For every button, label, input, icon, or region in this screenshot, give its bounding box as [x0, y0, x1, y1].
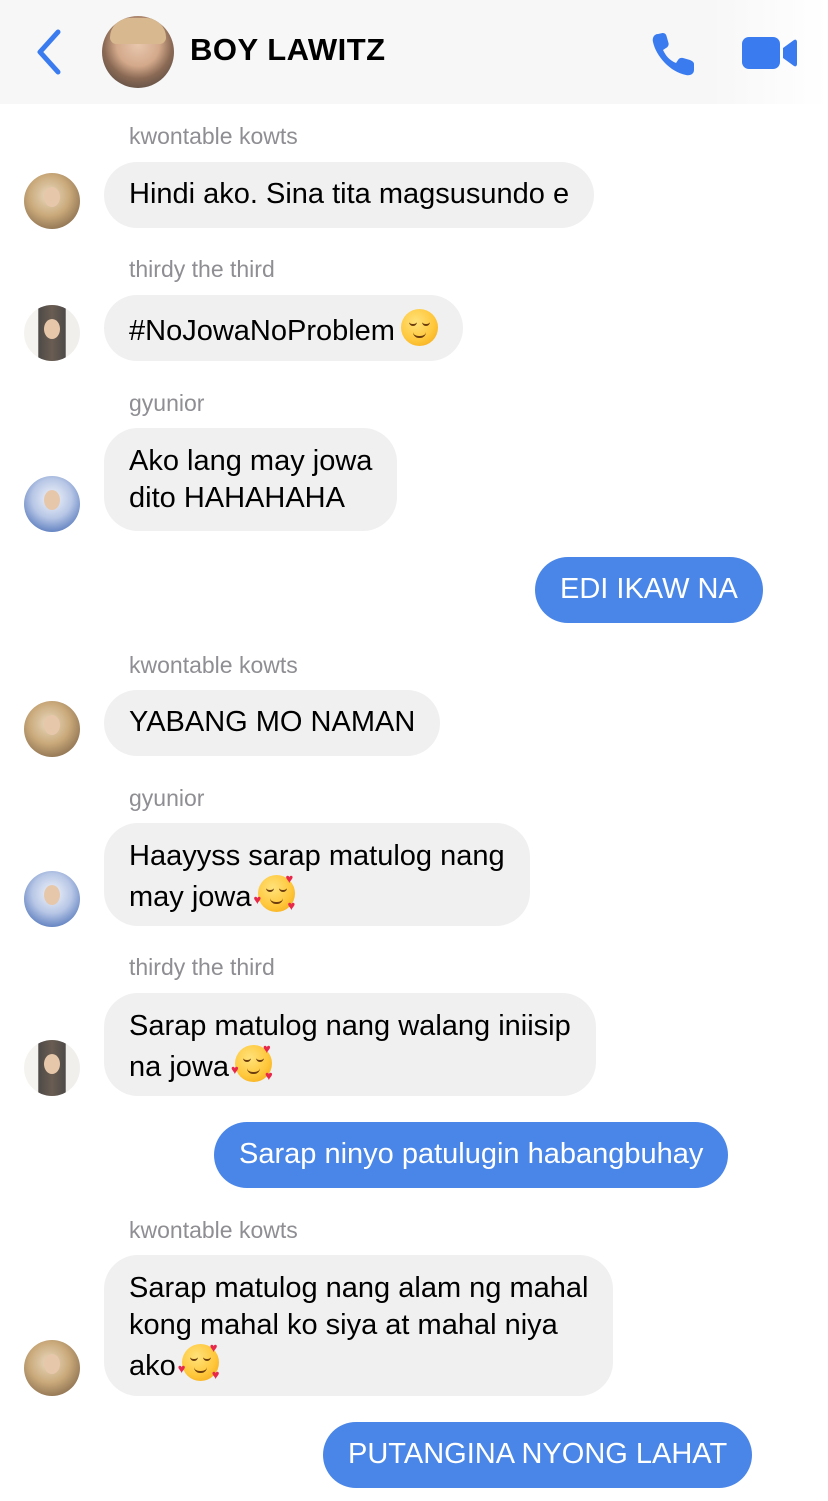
heart-icon: ♥ — [211, 1367, 220, 1382]
heart-icon: ♥ — [177, 1361, 186, 1376]
avatar-thirdy-the-third[interactable] — [24, 305, 80, 361]
avatar-kwontable-kowts[interactable] — [24, 701, 80, 757]
heart-icon: ♥ — [264, 1068, 273, 1083]
heart-icon: ♥ — [209, 1340, 218, 1355]
avatar-kwontable-kowts[interactable] — [24, 1340, 80, 1396]
avatar-face — [44, 187, 60, 207]
message-text: #NoJowaNoProblem — [129, 315, 395, 347]
heart-icon: ♥ — [253, 892, 262, 907]
message-text: PUTANGINA NYONG LAHAT — [348, 1438, 728, 1470]
heart-icon: ♥ — [230, 1062, 239, 1077]
message-bubble-incoming[interactable]: YABANG MO NAMAN — [104, 690, 441, 756]
emoji-eye — [265, 888, 274, 892]
chat-header: BOY LAWITZ — [0, 0, 828, 104]
smiling-face-with-hearts-emoji: ♥ ♥ ♥ — [231, 1041, 273, 1083]
emoji-mouth — [193, 1367, 207, 1373]
sender-name: gyunior — [129, 785, 205, 811]
avatar-face — [44, 1354, 60, 1374]
message-text: Hindi ako. Sina tita magsusundo e — [129, 178, 570, 210]
emoji-eye — [421, 322, 430, 326]
message-bubble-incoming[interactable]: #NoJowaNoProblem — [104, 295, 463, 361]
message-bubble-outgoing[interactable]: Sarap ninyo patulugin habangbuhay — [214, 1122, 729, 1188]
avatar-face — [44, 885, 60, 905]
message-text: Haayyss sarap matulog nang may jowa — [129, 840, 505, 913]
phone-icon — [652, 33, 694, 76]
chat-avatar[interactable] — [102, 16, 174, 88]
emoji-eye — [255, 1058, 264, 1062]
message-bubble-outgoing[interactable]: EDI IKAW NA — [535, 557, 763, 623]
sender-name: thirdy the third — [129, 256, 275, 282]
chat-title[interactable]: BOY LAWITZ — [190, 32, 386, 68]
smiling-face-with-hearts-emoji: ♥ ♥ ♥ — [254, 871, 296, 913]
emoji-eye — [189, 1357, 198, 1361]
avatar-face — [44, 490, 60, 510]
avatar-gyunior[interactable] — [24, 871, 80, 927]
message-bubble-incoming[interactable]: Sarap matulog nang alam ng mahal kong ma… — [104, 1255, 614, 1396]
heart-icon: ♥ — [262, 1041, 271, 1056]
sender-name: gyunior — [129, 390, 205, 416]
message-bubble-incoming[interactable]: Ako lang may jowa dito HAHAHAHA — [104, 428, 398, 531]
message-bubble-outgoing[interactable]: PUTANGINA NYONG LAHAT — [323, 1422, 753, 1488]
avatar-face — [44, 319, 60, 339]
message-text: Sarap ninyo patulugin habangbuhay — [239, 1138, 704, 1170]
video-call-button[interactable] — [740, 34, 798, 72]
message-text: Ako lang may jowa dito HAHAHAHA — [129, 445, 373, 514]
message-bubble-incoming[interactable]: Haayyss sarap matulog nang may jowa ♥ ♥ ♥ — [104, 823, 530, 926]
message-bubble-incoming[interactable]: Hindi ako. Sina tita magsusundo e — [104, 162, 595, 228]
avatar-hair — [110, 18, 166, 44]
heart-icon: ♥ — [285, 871, 294, 886]
chevron-left-icon — [37, 29, 61, 75]
emoji-eye — [242, 1058, 251, 1062]
avatar-gyunior[interactable] — [24, 476, 80, 532]
message-text: YABANG MO NAMAN — [129, 706, 416, 738]
back-button[interactable] — [30, 26, 70, 78]
emoji-eye — [408, 322, 417, 326]
emoji-mouth — [246, 1068, 260, 1074]
avatar-thirdy-the-third[interactable] — [24, 1040, 80, 1096]
emoji-eye — [278, 888, 287, 892]
sender-name: kwontable kowts — [129, 1217, 298, 1243]
video-camera-icon — [742, 37, 797, 69]
sender-name: kwontable kowts — [129, 123, 298, 149]
call-button[interactable] — [648, 28, 700, 80]
emoji-mouth — [269, 898, 283, 904]
avatar-face — [44, 1054, 60, 1074]
relieved-face-emoji — [400, 309, 438, 346]
emoji-mouth — [412, 332, 426, 338]
message-text: EDI IKAW NA — [560, 573, 738, 605]
smiling-face-with-hearts-emoji: ♥ ♥ ♥ — [178, 1340, 220, 1382]
message-text: Sarap matulog nang walang iniisip na jow… — [129, 1010, 571, 1083]
avatar-face — [44, 715, 60, 735]
sender-name: kwontable kowts — [129, 652, 298, 678]
avatar-kwontable-kowts[interactable] — [24, 173, 80, 229]
sender-name: thirdy the third — [129, 954, 275, 980]
message-bubble-incoming[interactable]: Sarap matulog nang walang iniisip na jow… — [104, 993, 596, 1096]
emoji-eye — [202, 1357, 211, 1361]
heart-icon: ♥ — [287, 898, 296, 913]
